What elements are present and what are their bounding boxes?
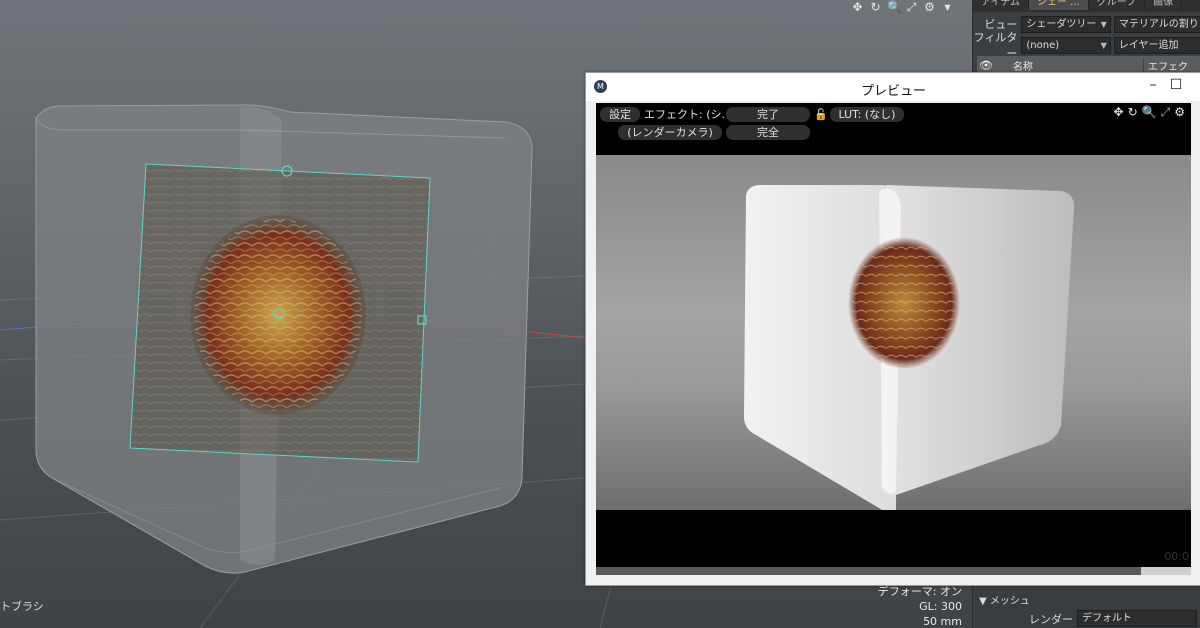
preview-window: M プレビュー – ☐ 設定 エフェクト: (シ... 完了 🔓 LUT: (な… bbox=[585, 72, 1200, 586]
rotate-view-icon[interactable]: ↻ bbox=[869, 0, 882, 15]
lock-icon[interactable]: 🔓 bbox=[814, 107, 828, 122]
complete-button[interactable]: 完全 bbox=[726, 125, 810, 140]
filter-dropdown-value: (none) bbox=[1026, 39, 1060, 51]
assign-material-button[interactable]: マテリアルの割り当 bbox=[1113, 15, 1200, 33]
active-tool-label: トブラシ bbox=[0, 600, 44, 613]
render-camera-selector[interactable]: (レンダーカメラ) bbox=[618, 125, 722, 140]
preview-titlebar[interactable]: M プレビュー – ☐ bbox=[586, 73, 1200, 101]
preview-toolbar: 設定 エフェクト: (シ... 完了 🔓 LUT: (なし) (レンダーカメラ)… bbox=[596, 103, 1191, 155]
maximize-button[interactable]: ☐ bbox=[1166, 77, 1186, 93]
maximize-icon[interactable]: ⤢ bbox=[905, 0, 918, 15]
mesh-section-label: メッシュ bbox=[989, 596, 1030, 607]
viewport-toolbar: ✥ ↻ 🔍 ⤢ ⚙ ▾ bbox=[851, 0, 954, 15]
view-dropdown[interactable]: シェーダツリー ▼ bbox=[1021, 15, 1111, 33]
chevron-down-icon: ▼ bbox=[1100, 40, 1107, 50]
render-label: レンダー bbox=[1029, 612, 1073, 626]
chevron-down-icon: ▼ bbox=[1100, 19, 1107, 29]
add-layer-button[interactable]: レイヤー追加 bbox=[1113, 36, 1200, 54]
rotate-view-icon[interactable]: ↻ bbox=[1128, 105, 1138, 120]
zoom-view-icon[interactable]: 🔍 bbox=[887, 0, 902, 15]
gl-count: GL: 300 bbox=[919, 600, 962, 613]
minimize-button[interactable]: – bbox=[1143, 77, 1163, 93]
viewport-info: デフォーマ: オン GL: 300 50 mm bbox=[878, 584, 962, 628]
maximize-icon[interactable]: ⤢ bbox=[1161, 105, 1171, 120]
filter-row: フィルター (none) ▼ レイヤー追加 bbox=[973, 31, 1200, 60]
effect-selector[interactable]: エフェクト: (シ... bbox=[644, 107, 724, 122]
mesh-section-header[interactable]: ▼ メッシュ bbox=[979, 592, 1030, 607]
settings-icon[interactable]: ⚙ bbox=[923, 0, 936, 15]
render-row: レンダー デフォルト bbox=[973, 610, 1200, 627]
filter-dropdown[interactable]: (none) ▼ bbox=[1021, 36, 1111, 54]
render-preview-area[interactable] bbox=[596, 155, 1191, 510]
scrollbar-thumb[interactable] bbox=[1141, 567, 1191, 575]
tab-shading[interactable]: シェー ... bbox=[1029, 0, 1089, 10]
render-timecode: 00:0 bbox=[1164, 550, 1189, 563]
done-button[interactable]: 完了 bbox=[726, 107, 810, 122]
zoom-view-icon[interactable]: 🔍 bbox=[1142, 105, 1157, 120]
tab-groups[interactable]: グループ bbox=[1089, 0, 1146, 10]
tab-images[interactable]: 画像 bbox=[1145, 0, 1183, 10]
effect-column-header[interactable]: エフェク bbox=[1143, 57, 1188, 73]
lut-selector[interactable]: LUT: (なし) bbox=[830, 107, 904, 122]
view-dropdown-value: シェーダツリー bbox=[1026, 18, 1097, 30]
render-image bbox=[744, 185, 1074, 510]
preview-title: プレビュー bbox=[860, 84, 926, 99]
dropdown-icon[interactable]: ▾ bbox=[941, 0, 954, 15]
render-dropdown-value: デフォルト bbox=[1082, 613, 1132, 624]
preview-texture-decal bbox=[848, 237, 960, 369]
deformer-status: デフォーマ: オン bbox=[877, 585, 962, 598]
eye-icon[interactable]: 👁 bbox=[977, 59, 995, 72]
texture-decal[interactable] bbox=[129, 163, 431, 463]
properties-section: ▼ メッシュ レンダー デフォルト bbox=[973, 586, 1200, 628]
tab-items[interactable]: アイテム bbox=[973, 0, 1029, 10]
render-dropdown[interactable]: デフォルト bbox=[1077, 610, 1197, 627]
preview-view-tools: ✥ ↻ 🔍 ⤢ ⚙ bbox=[1114, 105, 1185, 120]
settings-button[interactable]: 設定 bbox=[600, 107, 640, 122]
lens-length: 50 mm bbox=[923, 615, 962, 628]
preview-scrollbar[interactable] bbox=[596, 567, 1191, 575]
preview-timeline: 00:0 bbox=[596, 510, 1191, 567]
settings-icon[interactable]: ⚙ bbox=[1174, 105, 1185, 120]
panel-tabs: アイテム シェー ... グループ 画像 bbox=[973, 0, 1200, 12]
move-view-icon[interactable]: ✥ bbox=[851, 0, 864, 15]
name-column-header[interactable]: 名称 bbox=[995, 58, 1143, 73]
move-view-icon[interactable]: ✥ bbox=[1114, 105, 1124, 120]
